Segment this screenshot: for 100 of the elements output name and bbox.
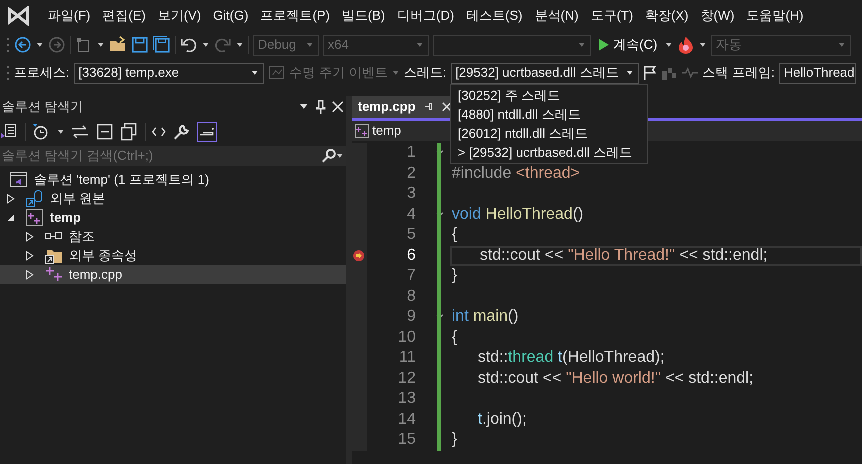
line-number: 8 <box>406 286 416 307</box>
fold-icon[interactable] <box>436 150 444 156</box>
pin-icon[interactable] <box>424 102 434 112</box>
undo-icon[interactable] <box>180 36 198 54</box>
stack-frame-dropdown[interactable]: HelloThread <box>778 62 856 84</box>
fold-icon[interactable] <box>436 314 444 320</box>
save-all-icon[interactable] <box>153 36 171 54</box>
line-number: 14 <box>397 410 416 430</box>
caret-icon <box>336 152 344 160</box>
collapse-icon[interactable] <box>96 123 114 141</box>
caret-icon <box>838 41 846 49</box>
collapsed-icon <box>6 194 16 204</box>
search-icon <box>322 149 336 163</box>
menu-item[interactable]: 테스트(S) <box>460 0 529 31</box>
save-icon[interactable] <box>131 36 149 54</box>
thread-option[interactable]: [26012] ntdll.dll 스레드 <box>451 124 647 143</box>
menu-item[interactable]: 분석(N) <box>528 0 585 31</box>
line-number: 3 <box>406 184 416 204</box>
caret-icon[interactable] <box>698 41 707 49</box>
caret-icon[interactable] <box>664 41 673 49</box>
caret-icon[interactable] <box>236 41 244 49</box>
caret-icon[interactable] <box>36 41 44 49</box>
lifecycle-events-label: 수명 주기 이벤트 <box>290 64 388 82</box>
menu-item[interactable]: 디버그(D) <box>391 0 460 31</box>
logo-icon <box>6 6 32 26</box>
thread-option[interactable]: > [29532] ucrtbased.dll 스레드 <box>451 143 647 162</box>
sync-icon[interactable] <box>71 125 89 139</box>
project-icon <box>355 124 370 138</box>
close-icon[interactable] <box>442 102 452 112</box>
flag-icon[interactable] <box>642 65 657 81</box>
line-number: 9 <box>406 307 416 328</box>
stack-icon[interactable] <box>680 65 699 81</box>
tree-item[interactable]: 외부 원본 <box>0 189 346 208</box>
tree-item[interactable]: 참조 <box>0 227 346 246</box>
startup-dropdown[interactable] <box>433 34 591 56</box>
close-icon[interactable] <box>332 101 344 113</box>
caret-icon <box>306 41 314 49</box>
solution-view-icon[interactable] <box>0 123 18 141</box>
caret-icon[interactable] <box>202 41 210 49</box>
thread-dropdown[interactable]: [29532] ucrtbased.dll 스레드 <box>450 62 639 84</box>
menu-item[interactable]: 확장(X) <box>639 0 695 31</box>
expanded-icon <box>6 212 16 222</box>
play-icon <box>598 38 610 52</box>
line-number: 10 <box>397 328 416 348</box>
caret-icon <box>416 41 424 49</box>
code-line: #include <thread> <box>452 164 580 184</box>
process-dropdown[interactable]: [33628] temp.exe <box>74 62 264 84</box>
caret-icon <box>626 69 634 77</box>
line-number: 12 <box>397 368 416 389</box>
copies-icon[interactable] <box>120 123 138 141</box>
menu-item[interactable]: 프로젝트(P) <box>254 0 336 31</box>
menu-item[interactable]: 창(W) <box>694 0 741 31</box>
line-number: 4 <box>406 204 416 225</box>
scope-label[interactable]: temp <box>372 121 402 141</box>
code-line: std::cout << "Hello Thread!" << std::endl; <box>480 246 768 266</box>
line-number: 11 <box>398 348 416 368</box>
tree-item[interactable]: 솔루션 'temp' (1 프로젝트의 1) <box>0 170 346 189</box>
caret-icon[interactable] <box>56 128 64 136</box>
grip-icon <box>6 37 10 53</box>
caret-icon <box>578 41 586 49</box>
continue-button[interactable]: 계속(C) <box>595 35 661 55</box>
line-number: 6 <box>406 246 416 266</box>
code-line: } <box>452 430 458 450</box>
line-number: 5 <box>406 225 416 246</box>
menu-item[interactable]: Git(G) <box>207 0 255 31</box>
preview-icon[interactable] <box>197 122 217 142</box>
lifecycle-icon[interactable] <box>268 65 286 81</box>
menu-item[interactable]: 빌드(B) <box>336 0 392 31</box>
external-sources-icon <box>26 190 44 208</box>
line-number: 15 <box>397 430 416 450</box>
tree-item[interactable]: temp.cpp <box>0 265 346 284</box>
dropdown-icon[interactable] <box>299 103 309 111</box>
tree-item[interactable]: 외부 종속성 <box>0 246 346 265</box>
line-number: 1 <box>406 143 416 164</box>
code-line: } <box>452 266 458 286</box>
code-line: int main() <box>452 307 519 328</box>
code-line: t.join(); <box>478 410 527 430</box>
fold-icon[interactable] <box>436 212 444 218</box>
tree-item[interactable]: temp <box>0 208 346 227</box>
flame-icon[interactable] <box>676 36 695 54</box>
menu-item[interactable]: 보기(V) <box>152 0 208 31</box>
caret-icon[interactable] <box>97 41 105 49</box>
line-number: 7 <box>406 266 416 286</box>
cpp-file-icon <box>45 266 63 284</box>
code-line: std::cout << "Hello world!" << std::endl; <box>478 368 754 389</box>
menu-item[interactable]: 편집(E) <box>96 0 152 31</box>
thread-label: 스레드: <box>404 64 447 82</box>
menu-item[interactable]: 파일(F) <box>42 0 97 31</box>
wrench-icon[interactable] <box>172 123 190 141</box>
line-number: 2 <box>406 164 416 184</box>
grip-icon <box>6 65 10 81</box>
menu-item[interactable]: 도움말(H) <box>740 0 810 31</box>
line-number: 13 <box>397 389 416 410</box>
code-icon[interactable] <box>152 127 166 137</box>
pin-icon[interactable] <box>316 100 326 114</box>
history-icon[interactable] <box>32 123 50 141</box>
menu-item[interactable]: 도구(T) <box>584 0 640 31</box>
open-folder-icon[interactable] <box>109 36 127 54</box>
code-line: std::thread t(HelloThread); <box>478 348 665 368</box>
back-icon[interactable] <box>14 36 32 54</box>
